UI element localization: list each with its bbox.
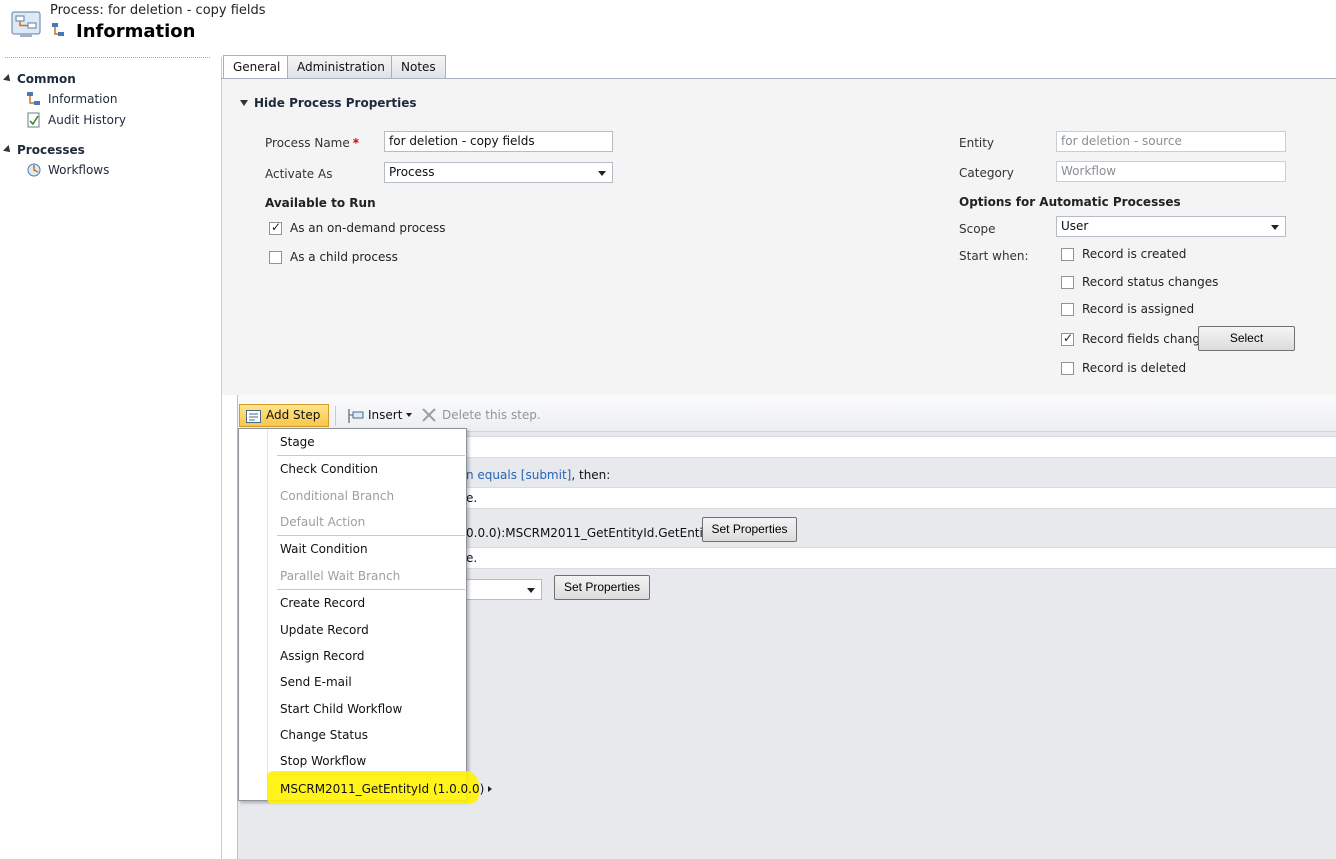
hide-process-properties-toggle[interactable]: Hide Process Properties <box>240 96 416 110</box>
tab-general[interactable]: General <box>223 55 291 79</box>
collapse-icon <box>3 145 13 155</box>
information-icon <box>26 91 42 107</box>
menu-item-change-status[interactable]: Change Status <box>280 728 368 742</box>
record-deleted-checkbox[interactable]: Record is deleted <box>1061 361 1186 375</box>
menu-icon-gutter <box>239 429 268 800</box>
menu-item-update-record[interactable]: Update Record <box>280 623 369 637</box>
workflow-stage-row[interactable] <box>466 436 1336 458</box>
menu-item-conditional-branch: Conditional Branch <box>280 489 395 503</box>
collapse-icon <box>3 74 13 84</box>
checkbox-icon[interactable] <box>1061 275 1074 289</box>
child-process-checkbox[interactable]: As a child process <box>269 250 398 264</box>
menu-item-stage[interactable]: Stage <box>280 435 315 449</box>
process-icon <box>50 21 68 39</box>
menu-separator <box>277 589 465 590</box>
menu-item-getentityid-submenu[interactable]: MSCRM2011_GetEntityId (1.0.0.0) <box>280 782 493 796</box>
page-title: Information <box>50 21 195 42</box>
menu-item-wait-condition[interactable]: Wait Condition <box>280 542 368 556</box>
menu-item-assign-record[interactable]: Assign Record <box>280 649 365 663</box>
record-subtitle: Process: for deletion - copy fields <box>50 3 266 18</box>
set-properties-button[interactable]: Set Properties <box>554 575 650 600</box>
checkbox-icon[interactable] <box>269 250 282 264</box>
menu-item-create-record[interactable]: Create Record <box>280 596 365 610</box>
nav-item-audit-history[interactable]: Audit History <box>26 112 126 128</box>
delete-step-button[interactable]: Delete this step. <box>422 408 541 422</box>
row-description: e. <box>466 491 478 505</box>
audit-history-icon <box>26 112 42 128</box>
available-to-run-label: Available to Run <box>265 196 376 210</box>
row-description: e. <box>466 551 478 565</box>
record-created-checkbox[interactable]: Record is created <box>1061 247 1186 261</box>
required-indicator: * <box>352 136 360 150</box>
entity-label: Entity <box>959 136 995 150</box>
menu-item-send-email[interactable]: Send E-mail <box>280 675 352 689</box>
nav-divider <box>5 57 210 58</box>
checkbox-icon[interactable] <box>1061 361 1074 375</box>
tab-administration[interactable]: Administration <box>287 55 395 78</box>
process-form-icon <box>10 10 42 40</box>
dropdown-arrow-icon <box>598 171 606 176</box>
add-step-menu <box>238 428 467 801</box>
submenu-arrow-icon <box>488 786 493 792</box>
record-fields-change-checkbox[interactable]: Record fields change <box>1061 331 1207 346</box>
start-when-label: Start when: <box>959 249 1029 263</box>
expand-arrow-icon <box>240 100 248 106</box>
workflow-step-row[interactable] <box>466 547 1336 569</box>
menu-item-parallel-wait-branch: Parallel Wait Branch <box>280 569 401 583</box>
menu-item-stop-workflow[interactable]: Stop Workflow <box>280 754 366 768</box>
insert-button[interactable]: Insert <box>346 408 413 424</box>
options-automatic-label: Options for Automatic Processes <box>959 195 1181 209</box>
menu-separator <box>277 535 465 536</box>
nav-section-common[interactable]: Common <box>3 72 76 86</box>
custom-step-text: 0.0.0):MSCRM2011_GetEntityId.GetEntityId <box>466 526 726 540</box>
menu-item-start-child-workflow[interactable]: Start Child Workflow <box>280 702 402 716</box>
workflow-condition-row[interactable] <box>466 487 1336 509</box>
process-name-input[interactable]: for deletion - copy fields <box>384 131 613 152</box>
scope-select[interactable]: User <box>1056 216 1286 237</box>
condition-text[interactable]: n equals [submit], then: <box>466 468 610 482</box>
workflows-icon <box>26 162 42 178</box>
toolbar-separator <box>335 406 336 426</box>
add-step-button[interactable]: Add Step <box>239 404 329 438</box>
dropdown-arrow-icon <box>1271 225 1279 230</box>
scope-label: Scope <box>959 222 996 236</box>
nav-item-workflows[interactable]: Workflows <box>26 162 109 178</box>
general-panel <box>222 79 1336 395</box>
checkbox-icon[interactable] <box>1061 302 1074 316</box>
activate-as-label: Activate As <box>265 167 333 181</box>
insert-icon <box>346 408 364 424</box>
record-status-changes-checkbox[interactable]: Record status changes <box>1061 275 1218 289</box>
checkbox-checked-icon[interactable] <box>269 220 282 235</box>
process-name-label: Process Name * <box>265 136 360 150</box>
dropdown-arrow-icon <box>406 413 413 417</box>
menu-item-default-action: Default Action <box>280 515 366 529</box>
add-step-icon <box>246 409 261 423</box>
set-properties-button[interactable]: Set Properties <box>702 517 797 542</box>
step-type-select[interactable] <box>466 579 542 600</box>
category-field: Workflow <box>1056 161 1286 182</box>
category-label: Category <box>959 166 1014 180</box>
entity-field: for deletion - source <box>1056 131 1286 152</box>
nav-item-information[interactable]: Information <box>26 91 117 107</box>
delete-x-icon <box>422 408 436 422</box>
on-demand-checkbox[interactable]: As an on-demand process <box>269 220 446 235</box>
tab-notes[interactable]: Notes <box>391 55 446 78</box>
activate-as-select[interactable]: Process <box>384 162 613 183</box>
nav-section-processes[interactable]: Processes <box>3 143 85 157</box>
dropdown-arrow-icon <box>527 588 535 593</box>
menu-item-check-condition[interactable]: Check Condition <box>280 462 378 476</box>
page-title-text: Information <box>76 21 196 42</box>
select-fields-button[interactable]: Select <box>1198 326 1295 351</box>
menu-separator <box>277 455 465 456</box>
checkbox-icon[interactable] <box>1061 247 1074 261</box>
record-assigned-checkbox[interactable]: Record is assigned <box>1061 302 1194 316</box>
checkbox-checked-icon[interactable] <box>1061 331 1074 346</box>
